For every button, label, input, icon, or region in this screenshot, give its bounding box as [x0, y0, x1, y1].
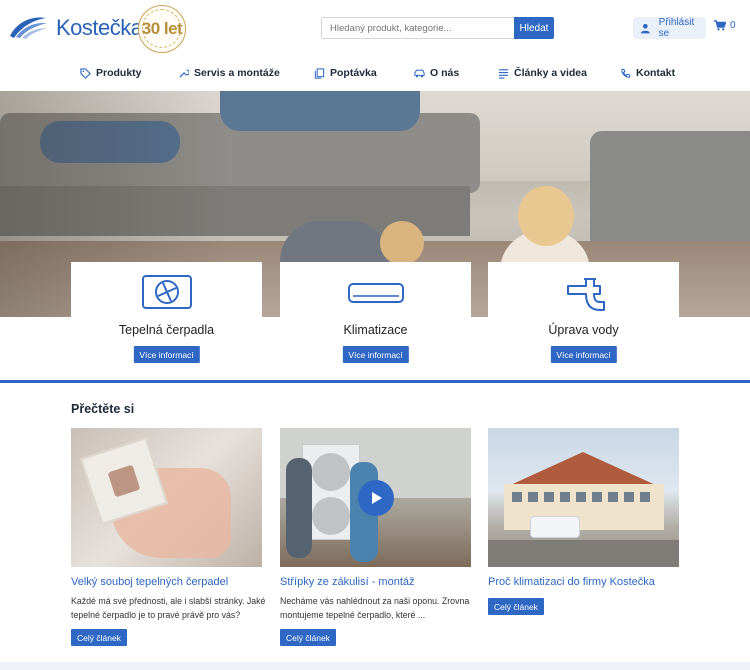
nav-label: Články a videa [514, 67, 587, 79]
service-card-air-conditioning: Klimatizace Více informací [280, 262, 471, 372]
user-icon [640, 23, 650, 33]
article-title[interactable]: Velký souboj tepelných čerpadel [71, 576, 228, 588]
cart-count: 0 [730, 20, 736, 31]
wrench-icon [179, 68, 189, 78]
cart-icon [714, 20, 726, 31]
thumb-roof [508, 452, 658, 486]
thumb-road [488, 540, 679, 567]
copy-icon [314, 67, 325, 79]
login-button[interactable]: Přihlásit se [633, 17, 706, 39]
thumb-worker-1 [286, 458, 312, 558]
faucet-icon [566, 278, 605, 311]
service-title: Úprava vody [548, 323, 619, 337]
nav-label: Servis a montáže [194, 67, 280, 79]
search-input[interactable] [321, 17, 514, 39]
hero-sofa-right [590, 131, 750, 251]
hero-child-2-head [518, 186, 574, 246]
service-card-heat-pumps: Tepelná čerpadla Více informací [71, 262, 262, 372]
anniversary-badge: 30 let [138, 5, 186, 53]
service-title: Klimatizace [343, 323, 408, 337]
article-description: Necháme vás nahlédnout za naši oponu. Zr… [280, 596, 470, 620]
article-thumbnail-video[interactable] [280, 428, 471, 567]
thumb-van [530, 516, 580, 538]
hero-legs-2 [220, 91, 420, 131]
main-nav: Produkty Servis a montáže Poptávka O nás… [0, 60, 750, 86]
heat-pump-icon [141, 275, 192, 309]
articles-heading: Přečtěte si [71, 402, 135, 416]
tag-icon [80, 67, 91, 79]
nav-label: Poptávka [330, 67, 377, 79]
read-article-button[interactable]: Celý článek [488, 598, 544, 615]
thumb-building-wall [504, 484, 664, 530]
more-info-button[interactable]: Více informací [133, 346, 200, 363]
nav-item-servis[interactable]: Servis a montáže [178, 60, 280, 86]
section-divider [0, 380, 750, 383]
kostecka-logo[interactable]: Kostečka [8, 12, 143, 44]
article-description: Každé má své přednosti, ale i slabší str… [71, 596, 266, 620]
nav-item-clanky[interactable]: Články a videa [498, 60, 587, 86]
more-info-button[interactable]: Více informací [550, 346, 617, 363]
read-article-button[interactable]: Celý článek [280, 629, 336, 646]
nav-item-produkty[interactable]: Produkty [80, 60, 142, 86]
nav-item-kontakt[interactable]: Kontakt [620, 60, 675, 86]
more-info-button[interactable]: Více informací [342, 346, 409, 363]
search-button[interactable]: Hledat [514, 17, 554, 39]
article-title[interactable]: Proč klimatizaci do firmy Kostečka [488, 576, 655, 588]
service-card-water-treatment: Úprava vody Více informací [488, 262, 679, 372]
air-conditioner-icon [347, 283, 404, 303]
header: Kostečka 30 let Hledat Přihlásit se 0 [0, 0, 750, 56]
search-bar: Hledat [321, 17, 554, 39]
play-button-icon[interactable] [358, 480, 394, 516]
thumb-windows [512, 492, 656, 502]
nav-item-poptavka[interactable]: Poptávka [314, 60, 377, 86]
hero-child-1-head [380, 221, 424, 265]
cart-button[interactable]: 0 [714, 20, 736, 31]
car-icon [414, 69, 425, 77]
footer-strip [0, 662, 750, 670]
list-icon [498, 68, 509, 79]
play-triangle-icon [372, 492, 382, 504]
phone-icon [621, 68, 631, 78]
nav-label: Kontakt [636, 67, 676, 79]
article-thumbnail-thermostat[interactable] [71, 428, 262, 567]
article-thumbnail-building[interactable] [488, 428, 679, 567]
nav-label: O nás [430, 67, 460, 79]
nav-label: Produkty [96, 67, 142, 79]
article-title[interactable]: Střípky ze zákulisí - montáž [280, 576, 415, 588]
login-label: Přihlásit se [658, 17, 695, 39]
brand-name: Kostečka [56, 15, 143, 40]
swoosh-logo-icon [10, 17, 47, 39]
read-article-button[interactable]: Celý článek [71, 629, 127, 646]
nav-item-o-nas[interactable]: O nás [414, 60, 459, 86]
badge-text: 30 let [141, 19, 183, 38]
service-title: Tepelná čerpadla [118, 323, 215, 337]
